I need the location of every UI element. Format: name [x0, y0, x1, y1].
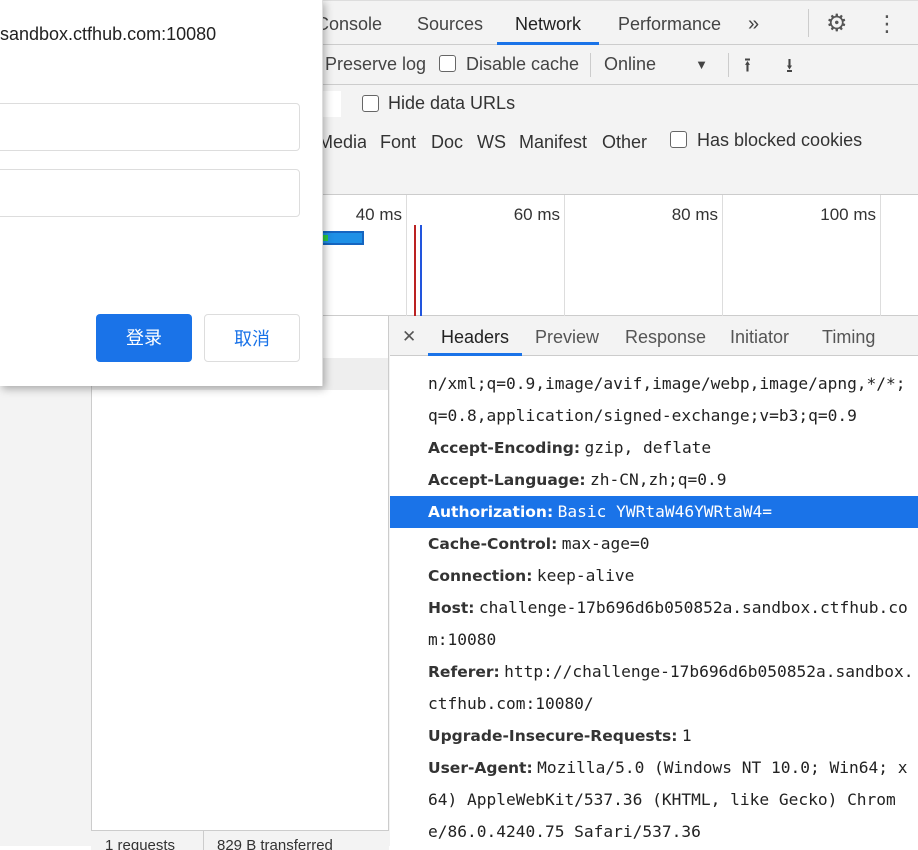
- header-name: Referer:: [428, 663, 500, 681]
- header-value: max-age=0: [561, 534, 650, 553]
- transferred-size: 829 B transferred: [217, 837, 333, 850]
- header-line[interactable]: Connection: keep-alive: [390, 560, 918, 592]
- tick-label: 100 ms: [820, 205, 876, 224]
- tick-label: 40 ms: [355, 205, 402, 224]
- tab-network[interactable]: Network: [497, 1, 600, 45]
- has-blocked-cookies-checkbox[interactable]: [670, 131, 687, 148]
- header-name: Accept-Encoding:: [428, 439, 581, 457]
- header-value: q=0.8,application/signed-exchange;v=b3;q…: [428, 406, 857, 425]
- header-line[interactable]: Upgrade-Insecure-Requests: 1: [390, 720, 918, 752]
- header-value: zh-CN,zh;q=0.9: [590, 470, 727, 489]
- header-line[interactable]: n/xml;q=0.9,image/avif,image/webp,image/…: [390, 368, 918, 400]
- header-line[interactable]: e/86.0.4240.75 Safari/537.36: [390, 816, 918, 848]
- preserve-log-label: Preserve log: [325, 54, 427, 74]
- disable-cache-label: Disable cache: [466, 54, 580, 74]
- type-other[interactable]: Other: [602, 132, 647, 153]
- tab-preview[interactable]: Preview: [535, 316, 599, 356]
- header-line[interactable]: Accept-Language: zh-CN,zh;q=0.9: [390, 464, 918, 496]
- has-blocked-cookies-label: Has blocked cookies: [697, 130, 863, 150]
- header-value: http://challenge-17b696d6b050852a.sandbo…: [504, 662, 914, 681]
- more-vertical-icon[interactable]: ⋮: [876, 1, 898, 45]
- dialog-host: sandbox.ctfhub.com:10080: [0, 24, 217, 44]
- header-value: ctfhub.com:10080/: [428, 694, 594, 713]
- header-value: keep-alive: [536, 566, 635, 585]
- header-name: Host:: [428, 599, 475, 617]
- cancel-button[interactable]: 取消: [204, 314, 300, 362]
- header-line[interactable]: ctfhub.com:10080/: [390, 688, 918, 720]
- type-doc[interactable]: Doc: [431, 132, 463, 153]
- dropdown-arrow-icon: ▼: [695, 57, 708, 72]
- throttle-select[interactable]: Online ▼: [604, 54, 714, 75]
- tab-timing[interactable]: Timing: [822, 316, 875, 356]
- tab-console[interactable]: Console: [316, 1, 382, 45]
- type-manifest[interactable]: Manifest: [519, 132, 587, 153]
- hide-data-urls-label: Hide data URLs: [388, 93, 516, 113]
- throttle-value: Online: [604, 54, 657, 74]
- header-name: Accept-Language:: [428, 471, 586, 489]
- header-line[interactable]: Cache-Control: max-age=0: [390, 528, 918, 560]
- header-value: e/86.0.4240.75 Safari/537.36: [428, 822, 701, 841]
- login-button[interactable]: 登录: [96, 314, 192, 362]
- tab-headers[interactable]: Headers: [428, 316, 523, 356]
- hide-data-urls-checkbox[interactable]: [362, 95, 379, 112]
- header-name: Upgrade-Insecure-Requests:: [428, 727, 678, 745]
- header-value: 64) AppleWebKit/537.36 (KHTML, like Geck…: [428, 790, 896, 809]
- gear-icon[interactable]: ⚙: [826, 1, 848, 45]
- header-value: challenge-17b696d6b050852a.sandbox.ctfhu…: [478, 598, 908, 617]
- disable-cache-checkbox[interactable]: [439, 55, 456, 72]
- username-input[interactable]: [0, 103, 300, 151]
- header-line[interactable]: Accept-Encoding: gzip, deflate: [390, 432, 918, 464]
- header-name: User-Agent:: [428, 759, 533, 777]
- dom-content-loaded-line: [420, 225, 422, 317]
- type-media[interactable]: Media: [318, 132, 366, 153]
- load-event-line: [414, 225, 416, 317]
- header-line[interactable]: Authorization: Basic YWRtaW46YWRtaW4=: [390, 496, 918, 528]
- tick-label: 60 ms: [513, 205, 560, 224]
- tick-label: 80 ms: [671, 205, 718, 224]
- password-input[interactable]: [0, 169, 300, 217]
- type-ws[interactable]: WS: [477, 132, 506, 153]
- header-name: Authorization:: [428, 503, 554, 521]
- tab-response[interactable]: Response: [625, 316, 706, 356]
- status-bar: 1 requests 829 B transferred: [91, 830, 389, 850]
- tab-sources[interactable]: Sources: [417, 1, 483, 45]
- close-icon[interactable]: ✕: [402, 316, 416, 356]
- chevron-double-right-icon[interactable]: »: [748, 1, 759, 45]
- upload-icon[interactable]: ⭱: [744, 51, 751, 85]
- tab-initiator[interactable]: Initiator: [730, 316, 789, 356]
- tab-performance[interactable]: Performance: [618, 1, 721, 45]
- header-line[interactable]: 64) AppleWebKit/537.36 (KHTML, like Geck…: [390, 784, 918, 816]
- request-count: 1 requests: [105, 837, 176, 850]
- header-line[interactable]: Host: challenge-17b696d6b050852a.sandbox…: [390, 592, 918, 624]
- auth-dialog: sandbox.ctfhub.com:10080 登录 取消: [0, 0, 323, 386]
- header-value: Mozilla/5.0 (Windows NT 10.0; Win64; x: [537, 758, 908, 777]
- header-line[interactable]: q=0.8,application/signed-exchange;v=b3;q…: [390, 400, 918, 432]
- header-value: m:10080: [428, 630, 497, 649]
- header-value: Basic YWRtaW46YWRtaW4=: [557, 502, 773, 521]
- header-value: gzip, deflate: [584, 438, 712, 457]
- type-font[interactable]: Font: [380, 132, 416, 153]
- details-tabbar: ✕ Headers Preview Response Initiator Tim…: [390, 316, 918, 356]
- header-line[interactable]: User-Agent: Mozilla/5.0 (Windows NT 10.0…: [390, 752, 918, 784]
- header-value: 1: [681, 726, 692, 745]
- header-line[interactable]: Referer: http://challenge-17b696d6b05085…: [390, 656, 918, 688]
- download-icon[interactable]: ⭳: [786, 51, 793, 85]
- header-name: Connection:: [428, 567, 533, 585]
- request-details: ✕ Headers Preview Response Initiator Tim…: [390, 316, 918, 846]
- header-name: Cache-Control:: [428, 535, 558, 553]
- header-line[interactable]: m:10080: [390, 624, 918, 656]
- request-list[interactable]: [91, 316, 389, 846]
- header-value: n/xml;q=0.9,image/avif,image/webp,image/…: [428, 374, 906, 393]
